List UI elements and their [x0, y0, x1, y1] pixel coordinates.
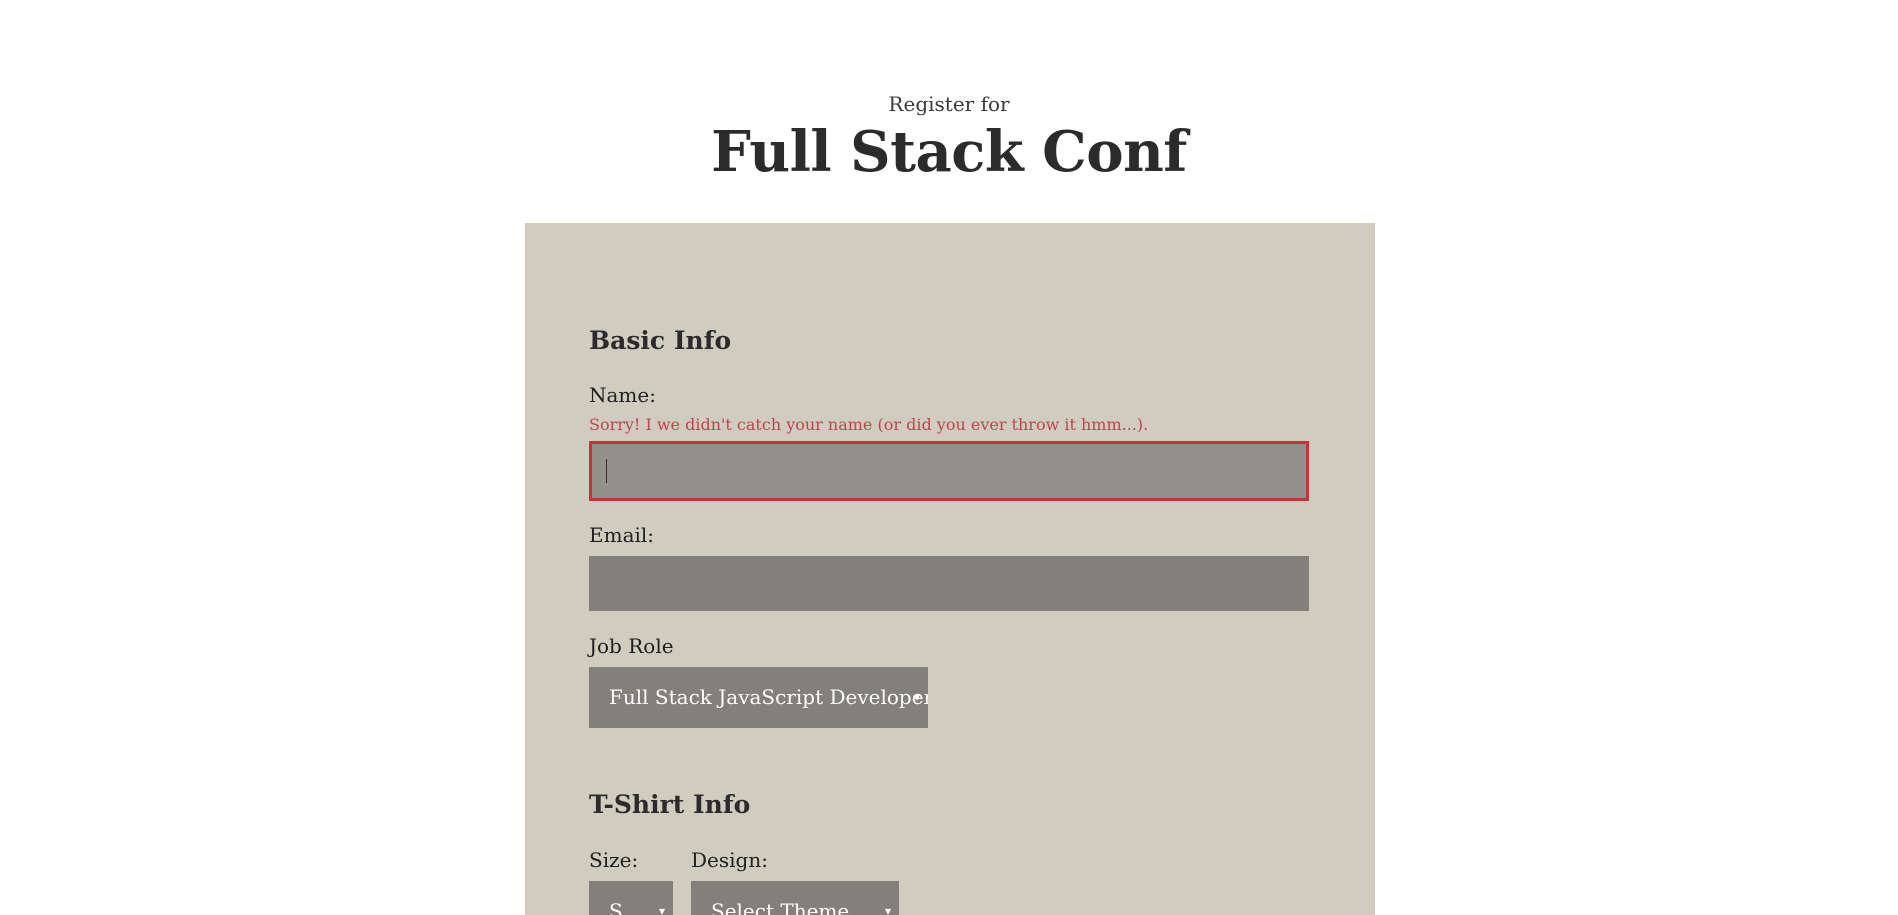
design-label: Design: — [691, 848, 768, 872]
name-input[interactable] — [589, 441, 1309, 501]
size-selected-value: S — [609, 899, 623, 915]
chevron-down-icon: ▾ — [658, 904, 665, 915]
text-caret — [606, 459, 607, 483]
email-input[interactable] — [589, 556, 1309, 611]
chevron-down-icon: ▾ — [884, 904, 891, 915]
chevron-down-icon: ▾ — [913, 690, 920, 704]
size-label: Size: — [589, 848, 639, 872]
name-error-message: Sorry! I we didn't catch your name (or d… — [589, 415, 1149, 434]
design-select[interactable]: Select Theme ▾ — [691, 881, 899, 915]
job-role-label: Job Role — [589, 634, 674, 658]
job-role-select[interactable]: Full Stack JavaScript Developer ▾ — [589, 667, 928, 728]
page-title: Full Stack Conf — [711, 119, 1187, 185]
job-role-selected-value: Full Stack JavaScript Developer — [609, 685, 928, 709]
design-selected-value: Select Theme — [711, 899, 850, 915]
email-label: Email: — [589, 523, 655, 547]
registration-form: Basic Info Name: Sorry! I we didn't catc… — [525, 223, 1375, 915]
page-pre-title: Register for — [888, 92, 1010, 116]
page-header: Register for Full Stack Conf — [0, 90, 1898, 184]
tshirt-info-heading: T-Shirt Info — [589, 790, 751, 819]
size-select[interactable]: S ▾ — [589, 881, 673, 915]
name-label: Name: — [589, 383, 656, 407]
registration-page: Register for Full Stack Conf Basic Info … — [0, 0, 1898, 915]
basic-info-heading: Basic Info — [589, 326, 732, 355]
